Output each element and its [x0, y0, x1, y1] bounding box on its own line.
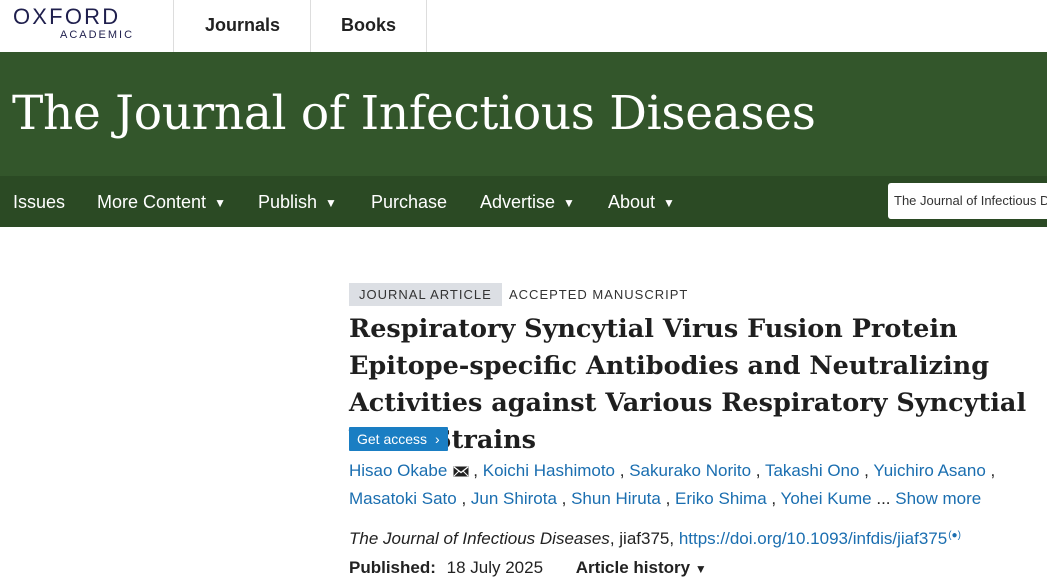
nav-about-label: About	[608, 192, 656, 212]
article-history-toggle[interactable]: Article history ▼	[576, 558, 707, 577]
publication-info: Published: 18 July 2025 Article history …	[349, 555, 707, 581]
citation-journal-name: The Journal of Infectious Diseases	[349, 529, 610, 548]
author-link[interactable]: Eriko Shima	[675, 489, 767, 508]
published-date: 18 July 2025	[446, 558, 544, 577]
caret-down-icon: ▼	[325, 196, 337, 210]
doi-link[interactable]: https://doi.org/10.1093/infdis/jiaf375	[679, 529, 947, 548]
show-more-link[interactable]: Show more	[895, 489, 981, 508]
citation: The Journal of Infectious Diseases, jiaf…	[349, 526, 1047, 555]
journal-title[interactable]: The Journal of Infectious Diseases	[12, 86, 816, 141]
nav-issues-label: Issues	[13, 192, 66, 212]
author-list: Hisao Okabe, Koichi Hashimoto , Sakurako…	[349, 457, 1047, 513]
separator: ,	[556, 489, 572, 508]
author-link[interactable]: Jun Shirota	[471, 489, 557, 508]
separator: ,	[456, 489, 471, 508]
search-scope-value: The Journal of Infectious D	[894, 193, 1047, 208]
citation-article-id: , jiaf375,	[609, 529, 679, 548]
author-link[interactable]: Yuichiro Asano	[873, 461, 985, 480]
nav-purchase[interactable]: Purchase	[371, 176, 447, 227]
author-link[interactable]: Takashi Ono	[765, 461, 860, 480]
nav-publish-label: Publish	[258, 192, 318, 212]
top-bar: OXFORD ACADEMIC Journals Books	[0, 0, 1047, 53]
chevron-right-icon: ›	[435, 431, 440, 447]
logo-main-text: OXFORD	[13, 4, 121, 29]
mail-icon[interactable]	[453, 466, 469, 477]
get-access-label: Get access	[357, 431, 428, 447]
separator: ,	[985, 461, 996, 480]
search-scope-select[interactable]: The Journal of Infectious D	[888, 183, 1047, 219]
ellipsis: ...	[876, 489, 891, 508]
separator: ,	[660, 489, 676, 508]
caret-down-icon: ▼	[663, 196, 675, 210]
altmetric-icon[interactable]: (●)	[948, 530, 961, 541]
caret-down-icon: ▼	[214, 196, 226, 210]
topnav-journals[interactable]: Journals	[173, 0, 311, 52]
caret-down-icon: ▼	[694, 562, 707, 576]
oxford-academic-logo[interactable]: OXFORD ACADEMIC	[13, 4, 143, 48]
get-access-button[interactable]: Get access ›	[349, 427, 448, 451]
article-status: ACCEPTED MANUSCRIPT	[509, 287, 689, 302]
author-link[interactable]: Sakurako Norito	[629, 461, 751, 480]
nav-issues[interactable]: Issues	[13, 176, 65, 227]
author-link[interactable]: Masatoki Sato	[349, 489, 457, 508]
nav-publish[interactable]: Publish ▼	[258, 176, 337, 227]
nav-advertise[interactable]: Advertise ▼	[480, 176, 575, 227]
published-label: Published:	[349, 558, 436, 577]
separator: ,	[859, 461, 874, 480]
nav-more-content[interactable]: More Content ▼	[97, 176, 226, 227]
nav-more-content-label: More Content	[97, 192, 207, 212]
journal-banner: The Journal of Infectious Diseases	[0, 52, 1047, 176]
caret-down-icon: ▼	[563, 196, 575, 210]
article-title: Respiratory Syncytial Virus Fusion Prote…	[349, 314, 1027, 455]
author-link[interactable]: Koichi Hashimoto	[483, 461, 615, 480]
article-type-badge: JOURNAL ARTICLE	[349, 283, 502, 306]
author-link[interactable]: Yohei Kume	[781, 489, 872, 508]
nav-purchase-label: Purchase	[371, 192, 448, 212]
topnav-books[interactable]: Books	[310, 0, 427, 52]
article-history-label: Article history	[575, 558, 691, 577]
separator: ,	[766, 489, 781, 508]
nav-advertise-label: Advertise	[480, 192, 556, 212]
nav-about[interactable]: About ▼	[608, 176, 675, 227]
author-link[interactable]: Hisao Okabe	[349, 461, 447, 480]
author-link[interactable]: Shun Hiruta	[571, 489, 661, 508]
logo-sub-text: ACADEMIC	[60, 29, 135, 41]
separator: ,	[751, 461, 765, 480]
separator: ,	[473, 461, 483, 480]
separator: ,	[615, 461, 630, 480]
